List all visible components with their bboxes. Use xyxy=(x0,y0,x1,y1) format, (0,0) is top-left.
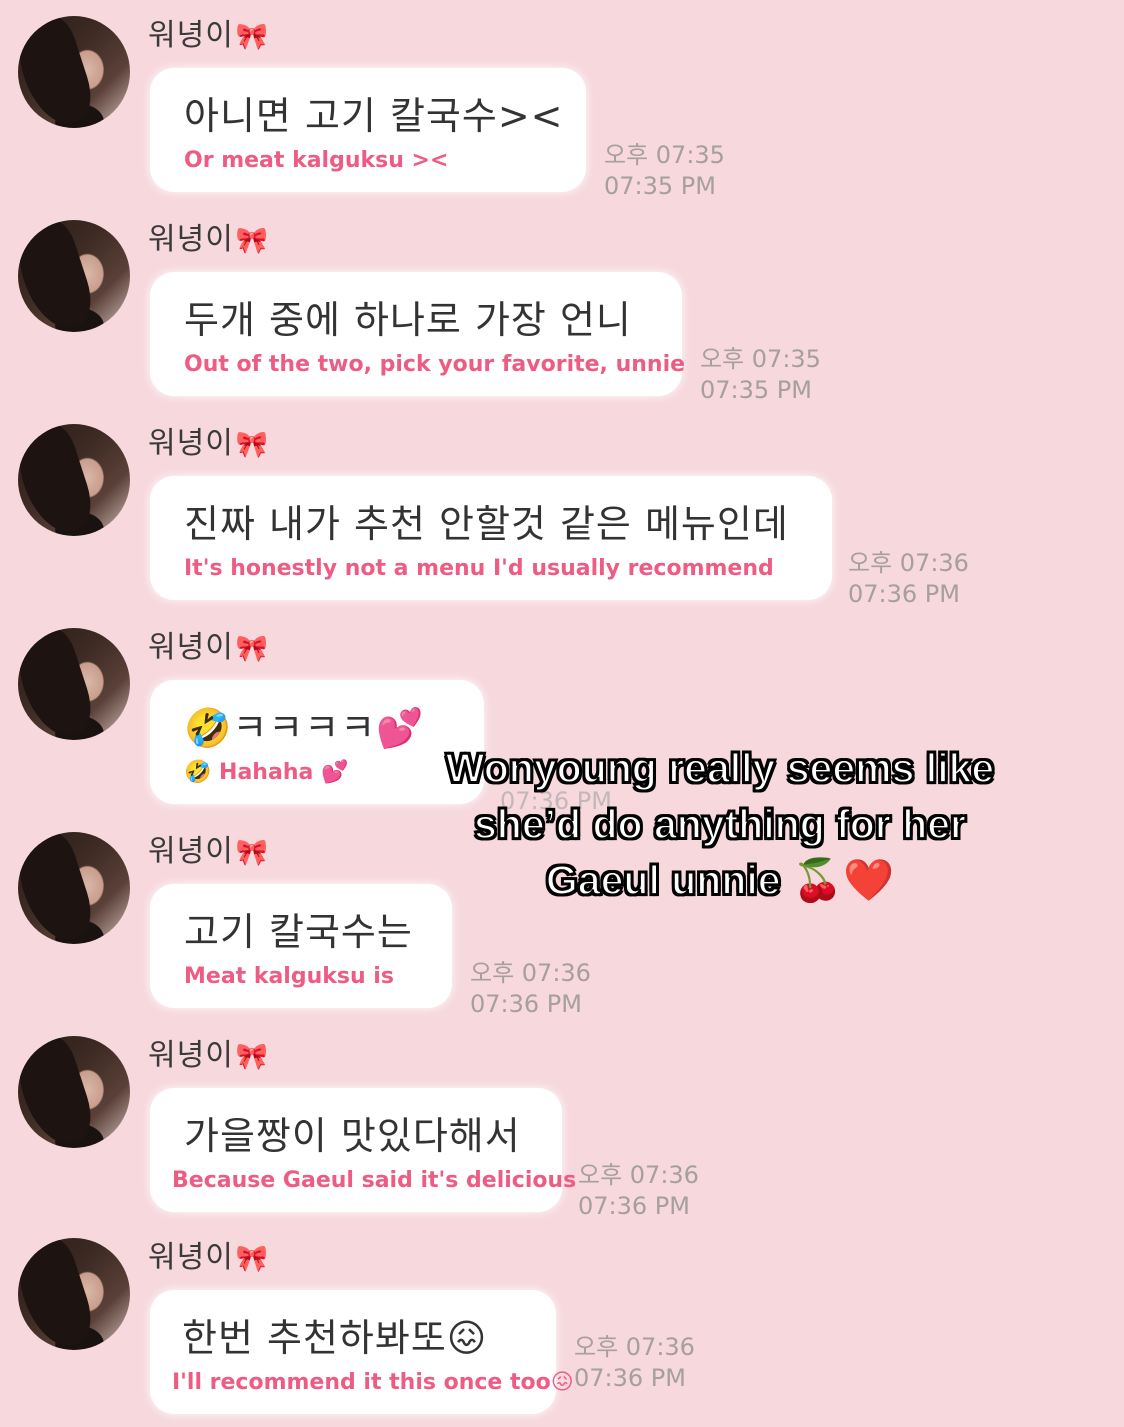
message-translation: I'll recommend it this once too😖 xyxy=(172,1370,574,1395)
timestamp-english: 07:35 PM xyxy=(604,172,716,200)
chat-message: 워녕이🎀 아니면 고기 칼국수>< Or meat kalguksu >< 오후… xyxy=(0,0,1124,205)
timestamp-korean: 오후 07:35 xyxy=(604,141,725,169)
chat-message: 워녕이🎀 가을짱이 맛있다해서 Because Gaeul said it's … xyxy=(0,1020,1124,1225)
sender-name-text: 워녕이 xyxy=(148,18,234,53)
sender-name-text: 워녕이 xyxy=(148,222,234,257)
message-text-korean: 진짜 내가 추천 안할것 같은 메뉴인데 xyxy=(184,502,789,546)
timestamp-english: 07:35 PM xyxy=(700,376,812,404)
avatar-hair xyxy=(18,832,100,944)
message-text-korean: 두개 중에 하나로 가장 언니 xyxy=(184,298,632,342)
chat-message: 워녕이🎀 두개 중에 하나로 가장 언니 Out of the two, pic… xyxy=(0,204,1124,409)
sender-name: 워녕이🎀 xyxy=(148,214,269,258)
message-bubble[interactable]: 한번 추천하봐또😖 I'll recommend it this once to… xyxy=(150,1290,574,1414)
timestamp-english: 07:36 PM xyxy=(578,1192,690,1220)
message-translation: Because Gaeul said it's delicious xyxy=(172,1168,577,1193)
chat-message: 워녕이🎀 진짜 내가 추천 안할것 같은 메뉴인데 It's honestly … xyxy=(0,408,1124,613)
sender-name: 워녕이🎀 xyxy=(148,10,269,54)
bow-icon: 🎀 xyxy=(235,22,270,52)
message-text-korean: 가을짱이 맛있다해서 xyxy=(184,1114,521,1158)
cherry-heart-icon: 🍒❤️ xyxy=(791,857,895,903)
bow-icon: 🎀 xyxy=(235,838,270,868)
avatar[interactable] xyxy=(18,220,130,332)
timestamp-korean: 오후 07:36 xyxy=(470,959,591,987)
avatar[interactable] xyxy=(18,16,130,128)
timestamp-english: 07:36 PM xyxy=(848,580,960,608)
message-bubble[interactable]: 진짜 내가 추천 안할것 같은 메뉴인데 It's honestly not a… xyxy=(150,476,832,600)
avatar-hair xyxy=(18,16,100,128)
sender-name-text: 워녕이 xyxy=(148,1240,234,1275)
message-text-korean: 한번 추천하봐또😖 xyxy=(182,1316,488,1360)
chat-message: 워녕이🎀 한번 추천하봐또😖 I'll recommend it this on… xyxy=(0,1222,1124,1427)
caption-overlay: Wonyoung really seems like she’d do anyt… xyxy=(410,740,1030,908)
avatar[interactable] xyxy=(18,832,130,944)
caption-line-1: Wonyoung really seems like xyxy=(445,744,995,792)
sender-name-text: 워녕이 xyxy=(148,834,234,869)
caption-line-3-text: Gaeul unnie xyxy=(545,856,782,904)
avatar[interactable] xyxy=(18,424,130,536)
avatar[interactable] xyxy=(18,1238,130,1350)
sender-name-text: 워녕이 xyxy=(148,630,234,665)
message-text-korean: 고기 칼국수는 xyxy=(184,910,413,954)
message-bubble[interactable]: 고기 칼국수는 Meat kalguksu is xyxy=(150,884,452,1008)
timestamp: 오후 07:36 07:36 PM xyxy=(578,1160,699,1222)
sender-name: 워녕이🎀 xyxy=(148,1232,269,1276)
sender-name: 워녕이🎀 xyxy=(148,1030,269,1074)
timestamp-korean: 오후 07:36 xyxy=(848,549,969,577)
bow-icon: 🎀 xyxy=(235,430,270,460)
timestamp: 오후 07:35 07:35 PM xyxy=(700,344,821,406)
message-text-korean: 아니면 고기 칼국수>< xyxy=(184,94,564,138)
timestamp: 오후 07:36 07:36 PM xyxy=(470,958,591,1020)
sender-name-text: 워녕이 xyxy=(148,426,234,461)
message-bubble[interactable]: 아니면 고기 칼국수>< Or meat kalguksu >< xyxy=(150,68,586,192)
message-translation: Or meat kalguksu >< xyxy=(184,148,449,173)
message-translation: It's honestly not a menu I'd usually rec… xyxy=(184,556,774,581)
timestamp-korean: 오후 07:35 xyxy=(700,345,821,373)
sender-name: 워녕이🎀 xyxy=(148,418,269,462)
message-bubble[interactable]: 두개 중에 하나로 가장 언니 Out of the two, pick you… xyxy=(150,272,686,396)
timestamp-korean: 오후 07:36 xyxy=(574,1333,695,1361)
bow-icon: 🎀 xyxy=(235,1244,270,1274)
avatar-hair xyxy=(18,424,100,536)
message-translation: Out of the two, pick your favorite, unni… xyxy=(184,352,686,377)
avatar[interactable] xyxy=(18,1036,130,1148)
avatar-hair xyxy=(18,220,100,332)
message-translation: Meat kalguksu is xyxy=(184,964,394,989)
message-bubble[interactable]: 가을짱이 맛있다해서 Because Gaeul said it's delic… xyxy=(150,1088,577,1212)
bow-icon: 🎀 xyxy=(235,226,270,256)
bow-icon: 🎀 xyxy=(235,1042,270,1072)
sender-name-text: 워녕이 xyxy=(148,1038,234,1073)
timestamp-korean: 오후 07:36 xyxy=(578,1161,699,1189)
timestamp: 오후 07:36 07:36 PM xyxy=(848,548,969,610)
caption-line-3: Gaeul unnie 🍒❤️ xyxy=(410,852,1030,908)
timestamp: 오후 07:35 07:35 PM xyxy=(604,140,725,202)
sender-name: 워녕이🎀 xyxy=(148,826,269,870)
timestamp: 오후 07:36 07:36 PM xyxy=(574,1332,695,1394)
sender-name: 워녕이🎀 xyxy=(148,622,269,666)
timestamp-english: 07:36 PM xyxy=(470,990,582,1018)
avatar[interactable] xyxy=(18,628,130,740)
timestamp-english: 07:36 PM xyxy=(574,1364,686,1392)
avatar-hair xyxy=(18,1036,100,1148)
bow-icon: 🎀 xyxy=(235,634,270,664)
avatar-hair xyxy=(18,1238,100,1350)
caption-line-2: she’d do anything for her xyxy=(473,800,967,848)
avatar-hair xyxy=(18,628,100,740)
